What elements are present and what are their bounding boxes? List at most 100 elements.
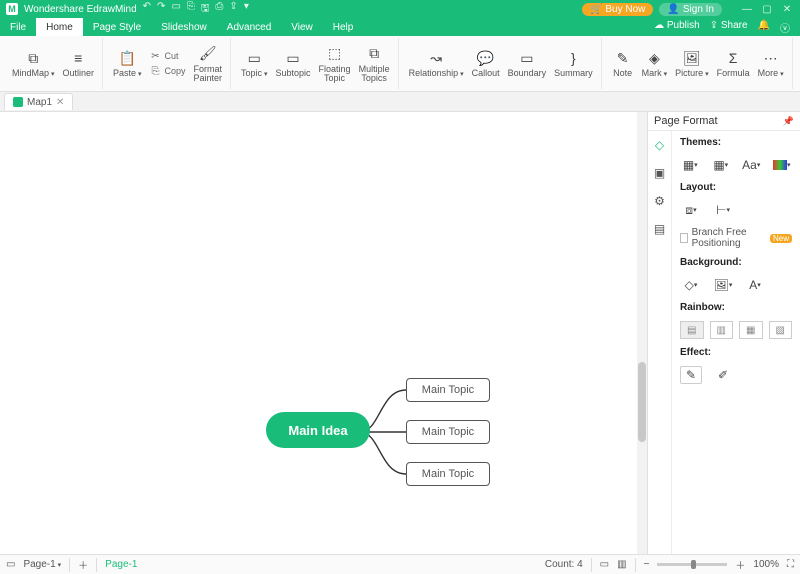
more-button[interactable]: ⋯More <box>756 47 786 80</box>
zoom-value: 100% <box>753 559 779 570</box>
canvas[interactable]: Main Idea Main Topic Main Topic Main Top… <box>0 112 637 554</box>
redo-icon[interactable]: ↷ <box>157 1 165 18</box>
subtopic-button[interactable]: ▭Subtopic <box>274 47 313 80</box>
zoom-slider[interactable] <box>657 563 727 566</box>
close-button[interactable]: ✕ <box>780 4 794 15</box>
menu-page-style[interactable]: Page Style <box>83 18 151 36</box>
note-button[interactable]: ✎Note <box>610 47 636 80</box>
menu-help[interactable]: Help <box>323 18 364 36</box>
background-label: Background: <box>680 257 792 268</box>
layout-tree-button[interactable]: ⧈ <box>680 201 702 219</box>
topic-button[interactable]: ▭Topic <box>239 47 269 80</box>
side-tab-style-icon[interactable]: ◇ <box>652 137 668 153</box>
formula-button[interactable]: ΣFormula <box>715 47 752 80</box>
topic-node-2[interactable]: Main Topic <box>406 420 490 444</box>
layout-branch-button[interactable]: ⊢ <box>712 201 734 219</box>
theme-preset-1-button[interactable]: ▦ <box>680 156 701 174</box>
outliner-button[interactable]: ≡Outliner <box>60 47 96 80</box>
document-tabs: Map1 ✕ <box>0 92 800 112</box>
zoom-out-button[interactable]: − <box>644 559 650 570</box>
bg-image-button[interactable]: 🖼 <box>712 276 734 294</box>
view-mode-2-icon[interactable]: ▥ <box>617 559 626 570</box>
undo-icon[interactable]: ↶ <box>143 1 151 18</box>
quick-access-toolbar: ↶ ↷ ▭ ⎘ 🖫 ⎙ ⇪ ▾ <box>143 1 249 18</box>
copy-button[interactable]: ⎘Copy <box>147 64 187 78</box>
page-dropdown[interactable]: Page-1 <box>23 559 61 570</box>
callout-label: Callout <box>472 69 500 78</box>
boundary-button[interactable]: ▭Boundary <box>506 47 549 80</box>
bg-fill-button[interactable]: ◇ <box>680 276 702 294</box>
zoom-thumb[interactable] <box>691 560 696 569</box>
vertical-scrollbar[interactable] <box>637 112 647 554</box>
minimize-button[interactable]: — <box>740 4 754 15</box>
new-icon[interactable]: ▭ <box>171 1 180 18</box>
active-page-label[interactable]: Page-1 <box>105 559 137 570</box>
callout-button[interactable]: 💬Callout <box>470 47 502 80</box>
menu-advanced[interactable]: Advanced <box>217 18 281 36</box>
page-list-icon[interactable]: ▭ <box>6 559 15 570</box>
note-label: Note <box>613 69 632 78</box>
mindmap-button[interactable]: ⧉MindMap <box>10 47 56 80</box>
buy-now-button[interactable]: 🛒 Buy Now <box>582 3 653 16</box>
copy-label: Copy <box>164 66 185 76</box>
fit-page-icon[interactable]: ⛶ <box>787 559 794 570</box>
side-tab-page-icon[interactable]: ▣ <box>652 165 668 181</box>
sign-in-button[interactable]: 👤 Sign In <box>659 3 722 16</box>
share-button[interactable]: ⇪ Share <box>710 20 748 35</box>
theme-preset-2-button[interactable]: ▦ <box>711 156 732 174</box>
rainbow-2-button[interactable]: ▥ <box>710 321 734 339</box>
tab-map1[interactable]: Map1 ✕ <box>4 93 73 110</box>
rainbow-4-button[interactable]: ▧ <box>769 321 793 339</box>
publish-button[interactable]: ☁ Publish <box>654 20 700 35</box>
view-mode-1-icon[interactable]: ▭ <box>600 559 609 570</box>
mark-button[interactable]: ◈Mark <box>640 47 669 80</box>
effect-label: Effect: <box>680 347 792 358</box>
pin-icon[interactable]: 📌 <box>783 116 794 127</box>
subtopic-icon: ▭ <box>284 49 302 67</box>
effect-2-button[interactable]: ✐ <box>712 366 734 384</box>
rainbow-1-button[interactable]: ▤ <box>680 321 704 339</box>
bg-watermark-button[interactable]: A <box>744 276 766 294</box>
zoom-in-button[interactable]: ＋ <box>735 557 745 572</box>
theme-color-button[interactable] <box>772 156 793 174</box>
app-logo-icon: M <box>6 3 18 15</box>
relationship-button[interactable]: ↝Relationship <box>407 47 466 80</box>
boundary-icon: ▭ <box>518 49 536 67</box>
menu-chevron-icon[interactable]: ⓥ <box>780 20 790 35</box>
maximize-button[interactable]: ▢ <box>760 4 774 15</box>
relationship-icon: ↝ <box>427 49 445 67</box>
effect-1-button[interactable]: ✎ <box>680 366 702 384</box>
format-painter-button[interactable]: 🖌Format Painter <box>192 43 225 85</box>
main-idea-node[interactable]: Main Idea <box>266 412 370 448</box>
paste-button[interactable]: 📋Paste <box>111 47 143 80</box>
save-icon[interactable]: 🖫 <box>201 1 210 18</box>
menu-file[interactable]: File <box>0 18 36 36</box>
ribbon: ⧉MindMap ≡Outliner 📋Paste ✂Cut ⎘Copy 🖌Fo… <box>0 36 800 92</box>
count-label: Count: 4 <box>545 559 583 570</box>
multiple-topics-button[interactable]: ⧉Multiple Topics <box>357 43 392 85</box>
print-icon[interactable]: ⎙ <box>215 1 223 18</box>
qat-dropdown-icon[interactable]: ▾ <box>244 1 249 18</box>
cut-button[interactable]: ✂Cut <box>147 49 187 63</box>
open-icon[interactable]: ⎘ <box>187 1 195 18</box>
floating-topic-button[interactable]: ⬚Floating Topic <box>317 43 353 85</box>
tab-close-icon[interactable]: ✕ <box>56 97 64 108</box>
picture-button[interactable]: 🖼Picture <box>673 47 710 80</box>
menu-view[interactable]: View <box>281 18 323 36</box>
topic-node-1[interactable]: Main Topic <box>406 378 490 402</box>
topic-node-3[interactable]: Main Topic <box>406 462 490 486</box>
scrollbar-thumb[interactable] <box>638 362 646 442</box>
side-tab-object-icon[interactable]: ▤ <box>652 221 668 237</box>
menu-home[interactable]: Home <box>36 18 83 36</box>
menu-slideshow[interactable]: Slideshow <box>151 18 217 36</box>
export-icon[interactable]: ⇪ <box>229 1 237 18</box>
branch-free-checkbox[interactable]: Branch Free Positioning New <box>680 227 792 249</box>
theme-font-button[interactable]: Aa <box>741 156 762 174</box>
buy-now-label: Buy Now <box>605 4 645 15</box>
color-swatch-icon <box>773 160 787 170</box>
add-page-button[interactable]: ＋ <box>78 557 88 572</box>
notification-icon[interactable]: 🔔 <box>758 20 770 35</box>
rainbow-3-button[interactable]: ▦ <box>739 321 763 339</box>
side-tab-branch-icon[interactable]: ⚙ <box>652 193 668 209</box>
summary-button[interactable]: }Summary <box>552 47 595 80</box>
